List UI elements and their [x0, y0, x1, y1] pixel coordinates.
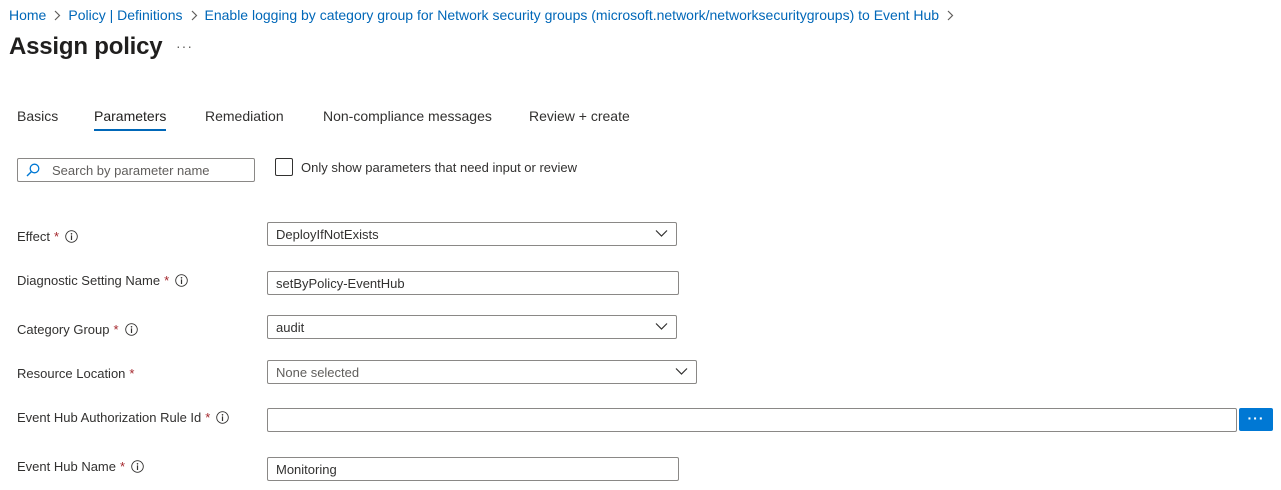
chevron-right-icon	[46, 6, 68, 24]
tab-bar: Basics Parameters Remediation Non-compli…	[0, 106, 700, 136]
chevron-down-icon	[675, 368, 688, 375]
chevron-right-icon	[183, 6, 205, 24]
event-hub-name-label-text: Event Hub Name	[17, 459, 116, 474]
chevron-right-icon	[939, 6, 961, 24]
breadcrumb: Home Policy | Definitions Enable logging…	[9, 6, 961, 24]
category-group-label-text: Category Group	[17, 322, 110, 337]
tab-parameters[interactable]: Parameters	[94, 106, 167, 131]
required-marker: *	[129, 366, 135, 381]
category-group-value: audit	[276, 319, 305, 335]
more-options-button[interactable]: ···	[176, 38, 192, 54]
breadcrumb-policy-definitions-link[interactable]: Policy | Definitions	[68, 7, 182, 23]
chevron-down-icon	[655, 230, 668, 237]
tab-review-create[interactable]: Review + create	[529, 106, 630, 130]
info-icon[interactable]	[124, 323, 138, 336]
search-icon	[26, 163, 40, 177]
tab-basics[interactable]: Basics	[17, 106, 58, 130]
event-hub-rule-id-label-text: Event Hub Authorization Rule Id	[17, 410, 202, 425]
required-marker: *	[54, 229, 60, 244]
event-hub-name-field[interactable]	[267, 457, 679, 481]
diagnostic-setting-name-label: Diagnostic Setting Name *	[17, 273, 188, 288]
tab-non-compliance-messages[interactable]: Non-compliance messages	[323, 106, 492, 130]
effect-label: Effect *	[17, 229, 78, 244]
category-group-dropdown[interactable]: audit	[267, 315, 677, 339]
parameter-search-box[interactable]	[17, 158, 255, 182]
page-title: Assign policy	[9, 33, 163, 60]
tab-remediation[interactable]: Remediation	[205, 106, 284, 130]
required-marker: *	[164, 273, 170, 288]
event-hub-name-label: Event Hub Name *	[17, 459, 144, 474]
resource-location-label-text: Resource Location	[17, 366, 126, 381]
effect-label-text: Effect	[17, 229, 51, 244]
parameter-search-input[interactable]	[52, 162, 242, 178]
event-hub-rule-id-input[interactable]	[276, 412, 1236, 428]
resource-location-dropdown[interactable]: None selected	[267, 360, 697, 384]
info-icon[interactable]	[131, 460, 144, 473]
effect-dropdown[interactable]: DeployIfNotExists	[267, 222, 677, 246]
only-show-needs-input-label: Only show parameters that need input or …	[301, 160, 578, 175]
event-hub-name-input[interactable]	[276, 461, 678, 477]
event-hub-rule-id-field[interactable]	[267, 408, 1237, 432]
required-marker: *	[205, 410, 211, 425]
diagnostic-setting-name-input[interactable]	[276, 275, 678, 291]
required-marker: *	[113, 322, 119, 337]
effect-value: DeployIfNotExists	[276, 226, 379, 242]
info-icon[interactable]	[175, 274, 188, 287]
diagnostic-setting-name-label-text: Diagnostic Setting Name	[17, 273, 161, 288]
resource-location-placeholder: None selected	[276, 364, 360, 380]
category-group-label: Category Group *	[17, 322, 138, 337]
breadcrumb-home-link[interactable]: Home	[9, 7, 46, 23]
resource-location-label: Resource Location *	[17, 366, 134, 381]
chevron-down-icon	[655, 323, 668, 330]
info-icon[interactable]	[216, 411, 230, 424]
breadcrumb-policy-definition-link[interactable]: Enable logging by category group for Net…	[205, 7, 940, 23]
only-show-needs-input-checkbox[interactable]	[275, 158, 293, 176]
diagnostic-setting-name-field[interactable]	[267, 271, 679, 295]
event-hub-rule-id-label: Event Hub Authorization Rule Id *	[17, 410, 230, 425]
browse-rule-id-button[interactable]: ···	[1239, 408, 1273, 431]
required-marker: *	[120, 459, 126, 474]
info-icon[interactable]	[65, 230, 78, 243]
